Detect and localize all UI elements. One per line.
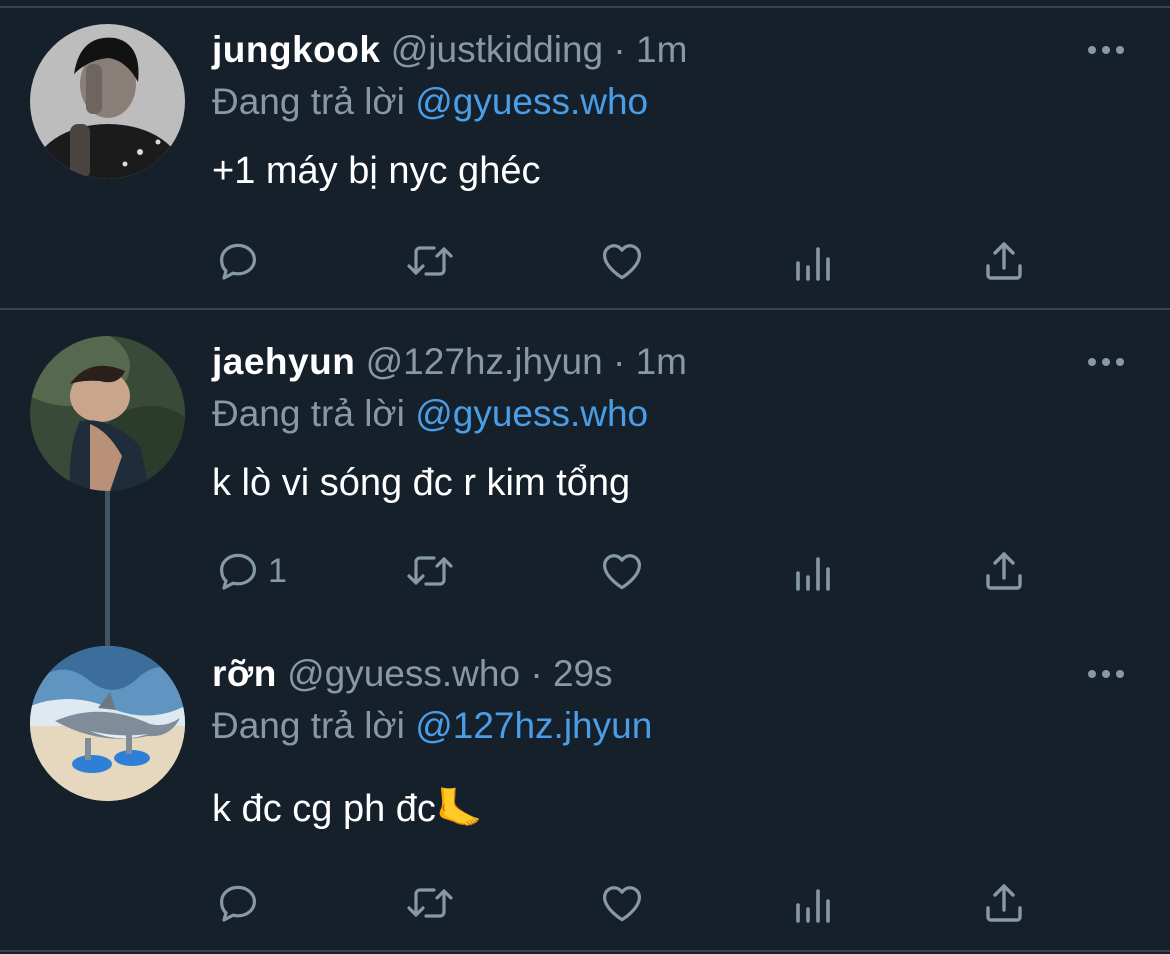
avatar[interactable]	[30, 646, 185, 801]
more-icon[interactable]	[1086, 668, 1126, 680]
timestamp[interactable]: 1m	[636, 341, 687, 382]
bottom-divider	[0, 950, 1170, 952]
retweet-icon	[407, 556, 453, 586]
user-handle[interactable]: @gyuess.who	[287, 653, 520, 694]
replying-mention[interactable]: @gyuess.who	[415, 393, 648, 434]
replying-prefix: Đang trả lời	[212, 705, 405, 746]
retweet-button[interactable]	[404, 878, 456, 928]
replying-to: Đang trả lời @gyuess.who	[212, 80, 648, 124]
like-button[interactable]	[598, 236, 646, 286]
tweet-header: jungkook @justkidding · 1m	[212, 28, 687, 72]
retweet-icon	[407, 246, 453, 276]
avatar-photo-shark-sneakers	[30, 646, 185, 801]
reply-icon	[220, 885, 256, 922]
replying-prefix: Đang trả lời	[212, 393, 405, 434]
timestamp[interactable]: 29s	[553, 653, 613, 694]
replying-to: Đang trả lời @gyuess.who	[212, 392, 648, 436]
user-handle[interactable]: @127hz.jhyun	[366, 341, 603, 382]
avatar-photo-jaehyun	[30, 336, 185, 491]
share-icon	[986, 552, 1022, 590]
reply-icon	[220, 243, 256, 280]
timestamp[interactable]: 1m	[636, 29, 687, 70]
avatar[interactable]	[30, 336, 185, 491]
separator: ·	[613, 29, 626, 70]
tweet-header: rỡn @gyuess.who · 29s	[212, 652, 613, 696]
display-name[interactable]: jaehyun	[212, 341, 355, 382]
more-icon[interactable]	[1086, 44, 1126, 56]
replying-mention[interactable]: @127hz.jhyun	[415, 705, 652, 746]
reply-button[interactable]	[214, 236, 262, 286]
display-name[interactable]: jungkook	[212, 29, 380, 70]
analytics-icon	[796, 889, 830, 923]
tweet-text: +1 máy bị nyc ghéc	[212, 150, 541, 192]
more-icon[interactable]	[1086, 356, 1126, 368]
avatar-photo-jungkook	[30, 24, 185, 179]
heart-icon	[602, 244, 642, 280]
tweet-header: jaehyun @127hz.jhyun · 1m	[212, 340, 687, 384]
user-handle[interactable]: @justkidding	[391, 29, 603, 70]
tweet-ron[interactable]: rỡn @gyuess.who · 29s Đang trả lời @127h…	[0, 622, 1170, 952]
tweet-jaehyun[interactable]: jaehyun @127hz.jhyun · 1m Đang trả lời @…	[0, 310, 1170, 640]
tweet-text: k lò vi sóng đc r kim tổng	[212, 462, 631, 504]
tweet-text: k đc cg ph đc🦶	[212, 788, 484, 830]
retweet-icon	[407, 888, 453, 918]
reply-icon	[220, 553, 256, 590]
heart-icon	[602, 554, 642, 590]
like-button[interactable]	[598, 546, 646, 596]
retweet-button[interactable]	[404, 546, 456, 596]
analytics-button[interactable]	[792, 878, 836, 928]
analytics-icon	[796, 557, 830, 591]
reply-button[interactable]: 1	[214, 546, 287, 596]
share-button[interactable]	[980, 236, 1028, 286]
analytics-button[interactable]	[792, 236, 836, 286]
tweet-actions: 1	[0, 546, 1170, 596]
analytics-icon	[796, 247, 830, 281]
reply-count: 1	[268, 551, 287, 590]
share-icon	[986, 884, 1022, 922]
like-button[interactable]	[598, 878, 646, 928]
analytics-button[interactable]	[792, 546, 836, 596]
tweet-actions	[0, 236, 1170, 286]
reply-button[interactable]	[214, 878, 262, 928]
display-name[interactable]: rỡn	[212, 653, 277, 694]
tweet-jungkook[interactable]: jungkook @justkidding · 1m Đang trả lời …	[0, 0, 1170, 308]
replying-prefix: Đang trả lời	[212, 81, 405, 122]
replying-mention[interactable]: @gyuess.who	[415, 81, 648, 122]
retweet-button[interactable]	[404, 236, 456, 286]
tweet-actions	[0, 878, 1170, 928]
separator: ·	[530, 653, 543, 694]
heart-icon	[602, 886, 642, 922]
share-button[interactable]	[980, 878, 1028, 928]
avatar[interactable]	[30, 24, 185, 179]
separator: ·	[613, 341, 626, 382]
replying-to: Đang trả lời @127hz.jhyun	[212, 704, 652, 748]
share-button[interactable]	[980, 546, 1028, 596]
share-icon	[986, 242, 1022, 280]
